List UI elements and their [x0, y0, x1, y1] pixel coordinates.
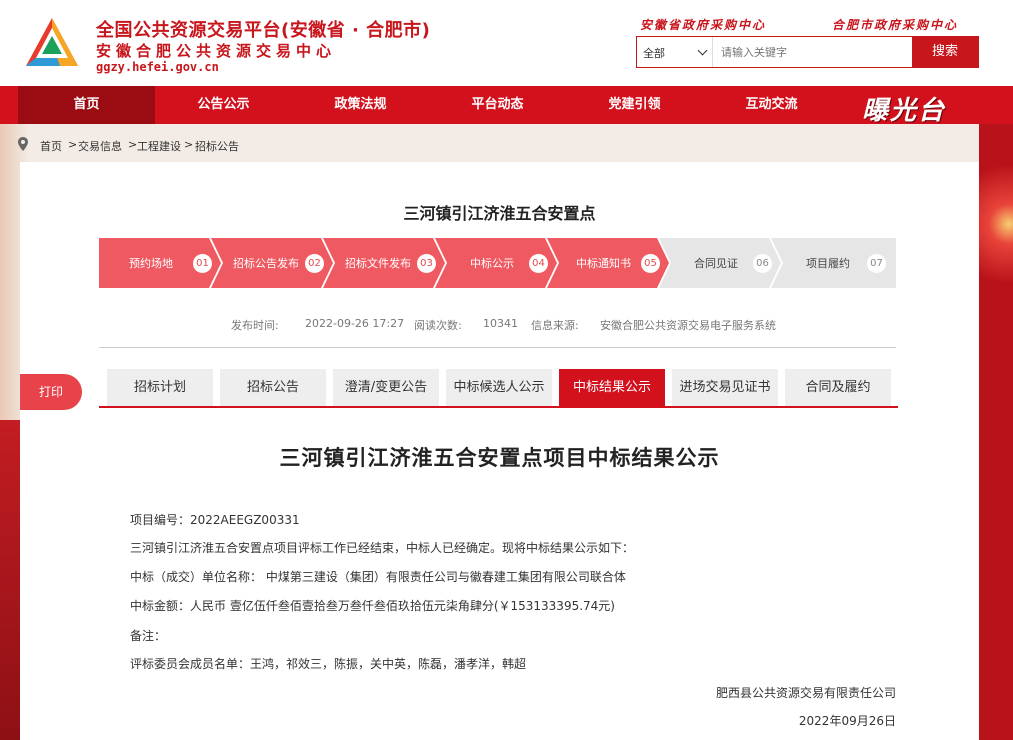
publish-time-label: 发布时间:	[231, 319, 279, 332]
view-count-label: 阅读次数:	[414, 319, 462, 332]
view-count: 10341	[483, 317, 518, 330]
tab-underline	[99, 406, 898, 408]
location-pin-icon	[18, 137, 28, 151]
article-paragraph: 三河镇引江济淮五合安置点项目评标工作已经结束，中标人已经确定。现将中标结果公示如…	[130, 541, 635, 555]
step-winning-bid-notice[interactable]: 中标公示 04	[435, 238, 557, 288]
publish-time: 2022-09-26 17:27	[305, 317, 405, 330]
divider	[99, 347, 896, 348]
nav-item-party-building[interactable]: 党建引领	[566, 86, 703, 124]
project-title: 三河镇引江济淮五合安置点	[403, 204, 596, 223]
tab-candidates[interactable]: 中标候选人公示	[446, 369, 552, 406]
tab-contract-performance[interactable]: 合同及履约	[785, 369, 891, 406]
breadcrumb-separator: >	[184, 138, 194, 151]
triangle-logo-icon[interactable]	[22, 14, 82, 74]
nav-item-announcements[interactable]: 公告公示	[155, 86, 292, 124]
main-nav: 首页 公告公示 政策法规 平台动态 党建引领 互动交流 曝光台	[0, 86, 1013, 127]
chevron-down-icon	[697, 45, 708, 56]
article-paragraph: 备注：	[130, 629, 167, 643]
festive-decoration-right	[979, 124, 1013, 740]
step-venue-booking[interactable]: 预约场地 01	[99, 238, 221, 288]
nav-item-interaction[interactable]: 互动交流	[703, 86, 840, 124]
tab-tender-plan[interactable]: 招标计划	[107, 369, 213, 406]
festive-decoration-left	[0, 420, 20, 740]
step-tender-documents[interactable]: 招标文件发布 03	[323, 238, 445, 288]
breadcrumb-home[interactable]: 首页	[40, 138, 62, 154]
site-url: ggzy.hefei.gov.cn	[96, 60, 219, 74]
article-paragraph: 项目编号：2022AEEGZ00331	[130, 513, 300, 527]
nav-item-news[interactable]: 平台动态	[429, 86, 566, 124]
step-project-performance[interactable]: 项目履约 07	[771, 238, 896, 288]
site-subtitle: 安徽合肥公共资源交易中心	[96, 42, 337, 60]
nav-item-policies[interactable]: 政策法规	[292, 86, 429, 124]
source-label: 信息来源:	[531, 319, 579, 332]
source: 安徽合肥公共资源交易电子服务系统	[600, 319, 776, 332]
notice-tabs: 招标计划 招标公告 澄清/变更公告 中标候选人公示 中标结果公示 进场交易见证书…	[107, 369, 897, 407]
breadcrumb-separator: >	[68, 138, 78, 151]
article-date: 2022年09月26日	[798, 714, 896, 728]
step-award-letter[interactable]: 中标通知书 05	[547, 238, 669, 288]
tab-clarification[interactable]: 澄清/变更公告	[333, 369, 439, 406]
exposure-platform-logo[interactable]: 曝光台	[862, 90, 946, 127]
top-link-province-procurement[interactable]: 安徽省政府采购中心	[640, 16, 766, 33]
article-paragraph: 中标（成交）单位名称： 中煤第三建设（集团）有限责任公司与徽春建工集团有限公司联…	[130, 570, 626, 584]
search-box: 全部 搜索	[636, 36, 979, 68]
breadcrumb-tender-notice[interactable]: 招标公告	[195, 138, 239, 154]
nav-item-home[interactable]: 首页	[18, 86, 155, 124]
content-panel: 三河镇引江济淮五合安置点 预约场地 01 招标公告发布 02 招标文件发布 03…	[20, 162, 979, 740]
tab-witness-certificate[interactable]: 进场交易见证书	[672, 369, 778, 406]
article-signature: 肥西县公共资源交易有限责任公司	[715, 686, 896, 700]
tab-tender-notice[interactable]: 招标公告	[220, 369, 326, 406]
search-category-value: 全部	[643, 47, 665, 60]
search-input[interactable]	[717, 37, 907, 67]
step-contract-witness[interactable]: 合同见证 06	[659, 238, 781, 288]
breadcrumb-engineering[interactable]: 工程建设	[137, 138, 181, 154]
print-button[interactable]: 打印	[20, 374, 82, 410]
article-paragraph: 中标金额：人民币 壹亿伍仟叁佰壹拾叁万叁仟叁佰玖拾伍元柒角肆分(￥1531333…	[130, 599, 615, 613]
tab-winning-result[interactable]: 中标结果公示	[559, 369, 665, 406]
progress-steps: 预约场地 01 招标公告发布 02 招标文件发布 03 中标公示 04 中标通知…	[99, 238, 896, 288]
site-header: 全国公共资源交易平台(安徽省 · 合肥市) 安徽合肥公共资源交易中心 ggzy.…	[0, 0, 1013, 86]
breadcrumb-separator: >	[128, 138, 138, 151]
breadcrumb-trade-info[interactable]: 交易信息	[78, 138, 122, 154]
article-paragraph: 评标委员会成员名单：王鸿，祁效三，陈振，关中英，陈磊，潘孝洋，韩超	[130, 657, 527, 671]
step-tender-announcement[interactable]: 招标公告发布 02	[211, 238, 333, 288]
site-title[interactable]: 全国公共资源交易平台(安徽省 · 合肥市)	[96, 16, 430, 42]
search-button[interactable]: 搜索	[912, 37, 978, 67]
search-category-select[interactable]: 全部	[637, 37, 713, 67]
article-title: 三河镇引江济淮五合安置点项目中标结果公示	[279, 445, 720, 470]
top-link-city-procurement[interactable]: 合肥市政府采购中心	[832, 16, 958, 33]
